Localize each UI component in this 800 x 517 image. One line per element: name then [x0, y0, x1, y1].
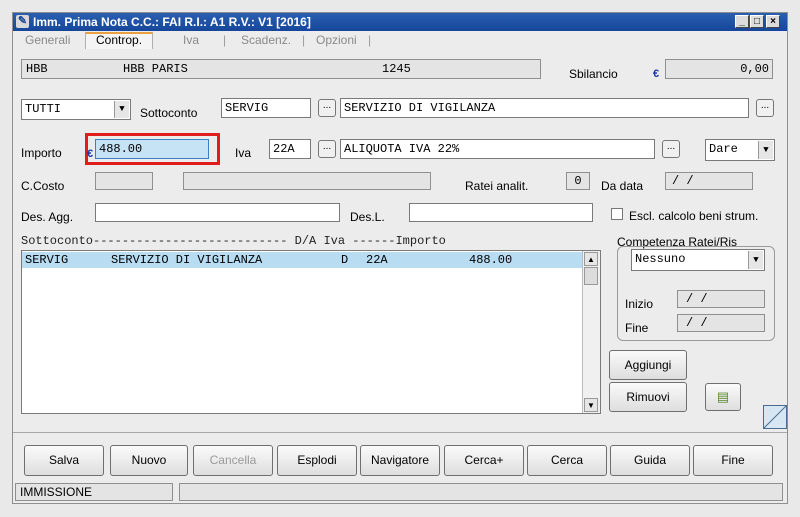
dare-avere-select[interactable]: Dare ▼: [705, 139, 775, 161]
row-da: D: [341, 253, 349, 267]
main-window: ✎ Imm. Prima Nota C.C.: FAI R.I.: A1 R.V…: [12, 12, 788, 504]
tab-opzioni[interactable]: Opzioni: [316, 32, 357, 49]
iva-code-input[interactable]: 22A: [269, 139, 311, 159]
escl-label: Escl. calcolo beni strum.: [629, 209, 759, 223]
scroll-down-icon[interactable]: ▼: [584, 398, 598, 412]
status-mode: IMMISSIONE: [15, 483, 173, 501]
des-agg-input[interactable]: [95, 203, 340, 222]
resize-corner-icon[interactable]: [763, 405, 787, 429]
row-desc: SERVIZIO DI VIGILANZA: [111, 253, 263, 267]
sottoconto-label: Sottoconto: [140, 106, 198, 120]
fine-label: Fine: [625, 321, 649, 335]
ccosto-desc-input[interactable]: [183, 172, 431, 190]
sbilancio-value: 0,00: [665, 59, 773, 79]
app-icon: ✎: [16, 15, 29, 28]
esplodi-button[interactable]: Esplodi: [277, 445, 357, 476]
title-bar[interactable]: ✎ Imm. Prima Nota C.C.: FAI R.I.: A1 R.V…: [13, 13, 787, 31]
nuovo-button[interactable]: Nuovo: [110, 445, 188, 476]
ratei-value: 0: [566, 172, 590, 190]
grid-scrollbar[interactable]: ▲ ▼: [582, 251, 600, 413]
row-importo: 488.00: [469, 253, 513, 267]
navigatore-button[interactable]: Navigatore: [360, 445, 440, 476]
escl-checkbox[interactable]: [611, 208, 623, 220]
da-data-label: Da data: [601, 179, 644, 193]
filter-select-value: TUTTI: [25, 102, 62, 116]
account-number: 1245: [382, 62, 411, 76]
filter-select[interactable]: TUTTI ▼: [21, 99, 131, 120]
des-agg-label: Des. Agg.: [21, 210, 74, 224]
chevron-down-icon[interactable]: ▼: [114, 101, 129, 118]
cerca-button[interactable]: Cerca: [527, 445, 607, 476]
competenza-select-value: Nessuno: [635, 252, 686, 266]
sottoconto-desc-input[interactable]: SERVIZIO DI VIGILANZA: [340, 98, 749, 118]
tab-scadenz[interactable]: Scadenz.: [241, 32, 291, 49]
account-header-field: HBB HBB PARIS 1245: [21, 59, 541, 79]
tab-separator: |: [302, 33, 306, 47]
des-l-label: Des.L.: [350, 210, 385, 224]
da-data-input[interactable]: / /: [665, 172, 753, 190]
sbilancio-label: Sbilancio: [569, 67, 618, 81]
ratei-label: Ratei analit.: [465, 179, 529, 193]
sottoconto-desc-lookup-button[interactable]: ...: [756, 99, 774, 117]
table-row[interactable]: SERVIG SERVIZIO DI VIGILANZA D 22A 488.0…: [22, 252, 582, 268]
iva-lookup-button[interactable]: ...: [318, 140, 336, 158]
sottoconto-code-input[interactable]: SERVIG: [221, 98, 311, 118]
minimize-button[interactable]: _: [735, 15, 749, 28]
fine-button[interactable]: Fine: [693, 445, 773, 476]
grid-header: Sottoconto--------------------------- D/…: [21, 234, 446, 248]
scroll-thumb[interactable]: [584, 267, 598, 285]
guida-button[interactable]: Guida: [610, 445, 690, 476]
close-button[interactable]: ×: [766, 15, 780, 28]
chevron-down-icon[interactable]: ▼: [748, 251, 763, 269]
tab-separator: |: [368, 33, 372, 47]
importo-input[interactable]: 488.00: [95, 139, 209, 159]
iva-label: Iva: [235, 146, 252, 160]
entries-grid: SERVIG SERVIZIO DI VIGILANZA D 22A 488.0…: [21, 250, 601, 414]
euro-icon: €: [653, 68, 660, 80]
importo-label: Importo: [21, 146, 62, 160]
salva-button[interactable]: Salva: [24, 445, 104, 476]
competenza-select[interactable]: Nessuno ▼: [631, 249, 765, 271]
inizio-input[interactable]: / /: [677, 290, 765, 308]
euro-icon: €: [87, 148, 94, 160]
status-message: [179, 483, 783, 501]
window-title: Imm. Prima Nota C.C.: FAI R.I.: A1 R.V.:…: [33, 15, 311, 29]
des-l-input[interactable]: [409, 203, 593, 222]
tab-generali[interactable]: Generali: [25, 32, 70, 49]
tab-separator: |: [223, 33, 227, 47]
note-icon[interactable]: ▤: [705, 383, 741, 411]
dare-avere-value: Dare: [709, 142, 738, 156]
chevron-down-icon[interactable]: ▼: [758, 141, 773, 159]
tab-bar: Generali Controp. Iva | Scadenz. | Opzio…: [13, 32, 787, 49]
iva-desc-lookup-button[interactable]: ...: [662, 140, 680, 158]
scroll-up-icon[interactable]: ▲: [584, 252, 598, 266]
maximize-button[interactable]: □: [750, 15, 764, 28]
aggiungi-button[interactable]: Aggiungi: [609, 350, 687, 380]
fine-input[interactable]: / /: [677, 314, 765, 332]
rimuovi-button[interactable]: Rimuovi: [609, 382, 687, 412]
account-name: HBB PARIS: [123, 62, 188, 76]
sottoconto-lookup-button[interactable]: ...: [318, 99, 336, 117]
row-iva: 22A: [366, 253, 388, 267]
ccosto-label: C.Costo: [21, 179, 65, 193]
divider: [13, 432, 787, 433]
cerca-plus-button[interactable]: Cerca+: [444, 445, 524, 476]
cancella-button[interactable]: Cancella: [193, 445, 273, 476]
inizio-label: Inizio: [625, 297, 654, 311]
ccosto-code-input[interactable]: [95, 172, 153, 190]
row-code: SERVIG: [25, 253, 69, 267]
iva-desc-input[interactable]: ALIQUOTA IVA 22%: [340, 139, 655, 159]
tab-controp[interactable]: Controp.: [85, 32, 154, 49]
account-code: HBB: [26, 62, 48, 76]
tab-iva[interactable]: Iva: [183, 32, 199, 49]
